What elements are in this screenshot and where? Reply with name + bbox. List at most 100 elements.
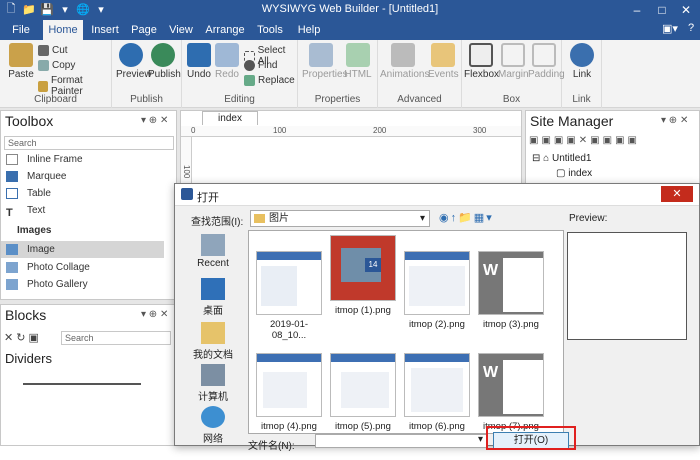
toolbox-item-label: Marquee bbox=[27, 171, 67, 182]
file-thumbnail bbox=[404, 251, 470, 315]
file-item[interactable]: 2019-01-08_10... bbox=[255, 251, 323, 341]
events-button[interactable]: Events bbox=[428, 43, 459, 80]
frame-icon bbox=[6, 154, 18, 165]
group-label-box: Box bbox=[502, 94, 521, 105]
layout-icon[interactable]: ▣▾ bbox=[662, 22, 678, 35]
blocks-search-input[interactable]: Search bbox=[61, 331, 171, 345]
toolbox-item[interactable]: Photo Collage bbox=[1, 259, 164, 276]
tab-page[interactable]: Page bbox=[128, 20, 160, 40]
place-documents[interactable]: 我的文档 bbox=[183, 322, 243, 361]
margin-button[interactable]: Margin bbox=[498, 43, 529, 80]
animations-button[interactable]: Animations bbox=[380, 43, 430, 80]
paste-button[interactable]: Paste bbox=[6, 43, 36, 80]
place-desktop[interactable]: 桌面 bbox=[183, 278, 243, 317]
preview-box bbox=[567, 232, 687, 340]
toolbox-item[interactable]: T Text bbox=[1, 202, 164, 219]
toolbox-item[interactable]: Inline Frame bbox=[1, 151, 164, 168]
ruler-mark: 100 bbox=[273, 126, 287, 135]
dialog-title: 打开 bbox=[197, 192, 219, 204]
tab-home[interactable]: Home bbox=[43, 20, 83, 40]
copy-icon bbox=[38, 60, 49, 71]
toolbox-item[interactable]: Marquee bbox=[1, 168, 164, 185]
look-in-label: 查找范围(I): bbox=[191, 217, 244, 228]
group-publish: Preview Publish Publish bbox=[112, 40, 182, 108]
animations-label: Animations bbox=[380, 69, 430, 80]
dialog-nav-toolbar[interactable]: ◉↑📁▦▾ bbox=[439, 211, 494, 224]
file-item[interactable]: itmop (6).png bbox=[403, 353, 471, 432]
panel-controls[interactable]: ▾ ⊕ ✕ bbox=[661, 115, 688, 126]
thumb-badge: 14 bbox=[365, 258, 381, 272]
toolbox-item-label: Photo Collage bbox=[27, 262, 90, 273]
panel-controls[interactable]: ▾ ⊕ ✕ bbox=[141, 115, 168, 126]
divider-preview[interactable] bbox=[23, 383, 141, 385]
toolbox-item[interactable]: Table bbox=[1, 185, 164, 202]
copy-button[interactable]: Copy bbox=[38, 60, 75, 71]
close-button[interactable]: ✕ bbox=[677, 1, 695, 19]
file-item[interactable]: itmop (4).png bbox=[255, 353, 323, 432]
undo-button[interactable]: Undo bbox=[186, 43, 212, 80]
redo-button[interactable]: Redo bbox=[214, 43, 240, 80]
replace-button[interactable]: Replace bbox=[244, 75, 295, 86]
find-button[interactable]: Find bbox=[244, 60, 277, 71]
flexbox-icon bbox=[469, 43, 493, 67]
html-button[interactable]: HTML bbox=[344, 43, 372, 80]
file-thumbnail: W bbox=[478, 353, 544, 417]
tab-tools[interactable]: Tools bbox=[252, 20, 288, 40]
padding-icon bbox=[532, 43, 556, 67]
blocks-title: Blocks bbox=[5, 307, 47, 323]
tree-root-label: Untitled1 bbox=[551, 153, 592, 164]
preview-button[interactable]: Preview bbox=[116, 43, 152, 80]
file-item[interactable]: W itmop (7).png bbox=[477, 353, 545, 432]
tab-index[interactable]: index bbox=[202, 111, 258, 125]
group-label-editing: Editing bbox=[224, 94, 255, 105]
toolbox-item[interactable]: Photo Gallery bbox=[1, 276, 164, 293]
horizontal-ruler: 0 100 200 300 bbox=[181, 126, 521, 137]
tab-file[interactable]: File bbox=[6, 20, 36, 40]
tree-item-label: index bbox=[568, 168, 593, 179]
group-label-advanced: Advanced bbox=[397, 94, 442, 105]
toolbox-section-images[interactable]: Images bbox=[1, 222, 164, 239]
place-recent[interactable]: Recent bbox=[183, 234, 243, 269]
ruler-mark: 300 bbox=[473, 126, 487, 135]
blocks-toolbar[interactable]: ✕ ↻ ▣ bbox=[4, 331, 39, 344]
tab-arrange[interactable]: Arrange bbox=[203, 20, 247, 40]
dialog-close-button[interactable]: ✕ bbox=[661, 186, 693, 202]
file-item[interactable]: W itmop (3).png bbox=[477, 251, 545, 330]
filename-input[interactable]: ▾ bbox=[315, 434, 487, 448]
tab-help[interactable]: Help bbox=[292, 20, 326, 40]
flexbox-button[interactable]: Flexbox bbox=[464, 43, 499, 80]
properties-button[interactable]: Properties bbox=[302, 43, 348, 80]
tree-root[interactable]: ⊟ ⌂ Untitled1 bbox=[532, 153, 591, 164]
minimize-button[interactable]: – bbox=[628, 1, 646, 19]
look-in-select[interactable]: 图片 ▾ bbox=[250, 210, 430, 227]
file-item[interactable]: 14 itmop (1).png bbox=[329, 231, 397, 316]
place-label: 桌面 bbox=[203, 306, 223, 317]
file-thumbnail: W bbox=[478, 251, 544, 315]
cut-button[interactable]: Cut bbox=[38, 45, 68, 56]
toolbox-panel: Toolbox ▾ ⊕ ✕ Search Inline Frame Marque… bbox=[0, 110, 177, 300]
toolbox-item-label: Table bbox=[27, 188, 51, 199]
toolbox-item-label: Photo Gallery bbox=[27, 279, 88, 290]
tab-view[interactable]: View bbox=[166, 20, 196, 40]
place-label: 我的文档 bbox=[193, 350, 233, 361]
panel-controls[interactable]: ▾ ⊕ ✕ bbox=[141, 309, 168, 320]
file-item[interactable]: itmop (2).png bbox=[403, 251, 471, 330]
vertical-ruler: 100 bbox=[181, 137, 192, 187]
table-icon bbox=[6, 188, 18, 199]
site-manager-toolbar[interactable]: ▣▣▣▣✕▣▣▣▣ bbox=[529, 135, 640, 146]
preview-icon bbox=[119, 43, 143, 67]
toolbox-item-selected[interactable]: Image bbox=[1, 241, 164, 258]
help-icon[interactable]: ? bbox=[688, 22, 694, 34]
padding-button[interactable]: Padding bbox=[528, 43, 565, 80]
publish-button[interactable]: Publish bbox=[148, 43, 181, 80]
ruler-mark: 100 bbox=[182, 165, 191, 179]
toolbox-search-input[interactable]: Search bbox=[4, 136, 174, 150]
place-computer[interactable]: 计算机 bbox=[183, 364, 243, 403]
tree-item-index[interactable]: ▢ index bbox=[556, 168, 592, 179]
file-item[interactable]: itmop (5).png bbox=[329, 353, 397, 432]
redo-label: Redo bbox=[215, 69, 239, 80]
maximize-button[interactable]: □ bbox=[653, 1, 671, 19]
tab-insert[interactable]: Insert bbox=[88, 20, 122, 40]
link-button[interactable]: Link bbox=[568, 43, 596, 80]
place-network[interactable]: 网络 bbox=[183, 406, 243, 445]
